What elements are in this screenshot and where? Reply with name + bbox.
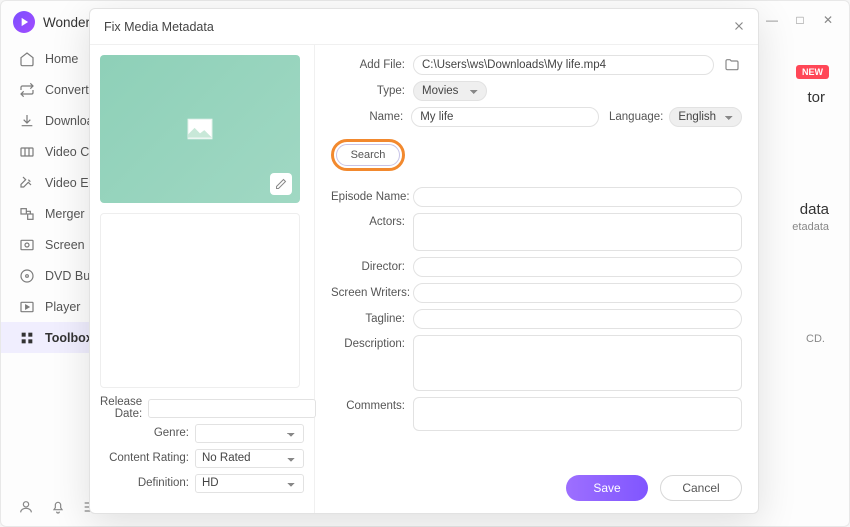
metadata-modal: Fix Media Metadata Release Date: Genre: … (89, 8, 759, 514)
search-highlight: Search (331, 139, 405, 171)
actors-input[interactable] (413, 213, 742, 251)
release-label: Release Date: (100, 396, 148, 420)
rating-label: Content Rating: (100, 452, 195, 464)
director-label: Director: (331, 261, 413, 273)
image-icon (187, 118, 213, 140)
left-column: Release Date: Genre: Content Rating:No R… (90, 45, 315, 513)
right-column: Add File: Type: Movies Name: Language: E… (315, 45, 758, 513)
language-label: Language: (609, 111, 663, 123)
actors-label: Actors: (331, 213, 413, 228)
tagline-label: Tagline: (331, 313, 413, 325)
comments-input[interactable] (413, 397, 742, 431)
modal-actions: Save Cancel (331, 465, 742, 501)
save-button[interactable]: Save (566, 475, 648, 501)
modal-title: Fix Media Metadata (104, 20, 214, 34)
type-select[interactable]: Movies (413, 81, 487, 101)
name-label: Name: (331, 111, 411, 123)
folder-icon[interactable] (722, 55, 742, 75)
language-select[interactable]: English (669, 107, 742, 127)
left-form: Release Date: Genre: Content Rating:No R… (100, 396, 304, 496)
writers-label: Screen Writers: (331, 287, 413, 299)
release-date-input[interactable] (148, 399, 316, 418)
name-input[interactable] (411, 107, 599, 127)
addfile-label: Add File: (331, 59, 413, 71)
search-button[interactable]: Search (336, 144, 400, 166)
description-input[interactable] (413, 335, 742, 391)
edit-icon[interactable] (270, 173, 292, 195)
close-icon[interactable] (732, 19, 746, 38)
writers-input[interactable] (413, 283, 742, 303)
episode-label: Episode Name: (331, 191, 413, 203)
search-container: Search (331, 139, 742, 171)
addfile-input[interactable] (413, 55, 714, 75)
preview-box (100, 213, 300, 388)
modal-header: Fix Media Metadata (90, 9, 758, 45)
thumbnail (100, 55, 300, 203)
episode-input[interactable] (413, 187, 742, 207)
tagline-input[interactable] (413, 309, 742, 329)
director-input[interactable] (413, 257, 742, 277)
type-label: Type: (331, 85, 413, 97)
definition-select[interactable]: HD (195, 474, 304, 493)
genre-select[interactable] (195, 424, 304, 443)
modal-body: Release Date: Genre: Content Rating:No R… (90, 45, 758, 513)
comments-label: Comments: (331, 397, 413, 412)
genre-label: Genre: (100, 427, 195, 439)
modal-overlay: Fix Media Metadata Release Date: Genre: … (0, 0, 850, 527)
rating-select[interactable]: No Rated (195, 449, 304, 468)
definition-label: Definition: (100, 477, 195, 489)
description-label: Description: (331, 335, 413, 350)
cancel-button[interactable]: Cancel (660, 475, 742, 501)
